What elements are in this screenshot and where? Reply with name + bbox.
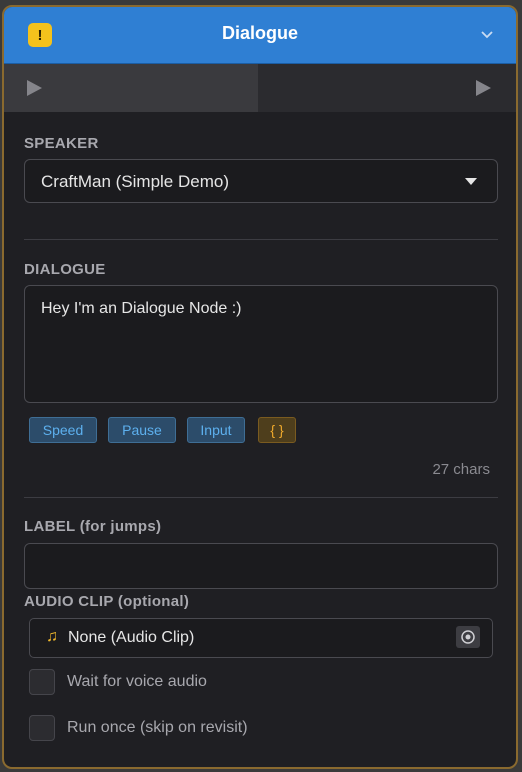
input-port[interactable]	[4, 64, 260, 112]
object-picker-icon	[461, 630, 475, 644]
port-bar	[4, 64, 516, 112]
node-header[interactable]: ! Dialogue	[4, 7, 516, 64]
audio-clip-field[interactable]: ♫ None (Audio Clip)	[29, 618, 493, 658]
dialogue-label: DIALOGUE	[24, 261, 106, 278]
speaker-label: SPEAKER	[24, 135, 99, 152]
variable-tag-button[interactable]: { }	[258, 417, 296, 443]
caret-down-icon	[465, 178, 477, 185]
input-tag-button[interactable]: Input	[187, 417, 245, 443]
wait-for-voice-checkbox[interactable]	[29, 669, 55, 695]
section-divider	[24, 239, 498, 240]
jump-label-input[interactable]	[24, 543, 498, 589]
char-count: 27 chars	[432, 461, 490, 478]
pause-tag-button[interactable]: Pause	[108, 417, 176, 443]
play-triangle-icon	[27, 80, 42, 96]
speaker-value: CraftMan (Simple Demo)	[41, 172, 229, 191]
section-divider	[24, 497, 498, 498]
dialogue-text-field[interactable]: Hey I'm an Dialogue Node :)	[24, 285, 498, 403]
audio-clip-label: AUDIO CLIP (optional)	[24, 593, 190, 610]
audio-clip-value: None (Audio Clip)	[68, 629, 195, 646]
dialogue-text: Hey I'm an Dialogue Node :)	[41, 300, 242, 317]
speaker-dropdown[interactable]: CraftMan (Simple Demo)	[24, 159, 498, 203]
dialogue-node[interactable]: ! Dialogue SPEAKER CraftMan (Simple Demo…	[2, 5, 518, 769]
jump-label-label: LABEL (for jumps)	[24, 518, 162, 535]
run-once-checkbox[interactable]	[29, 715, 55, 741]
speed-tag-button[interactable]: Speed	[29, 417, 97, 443]
chevron-down-icon[interactable]	[480, 29, 494, 39]
node-title: Dialogue	[221, 23, 298, 43]
music-note-icon: ♫	[46, 628, 58, 645]
output-port[interactable]	[258, 64, 516, 112]
run-once-label: Run once (skip on revisit)	[67, 719, 248, 736]
play-triangle-icon	[476, 80, 491, 96]
wait-for-voice-label: Wait for voice audio	[67, 673, 207, 690]
object-picker-button[interactable]	[456, 626, 480, 648]
